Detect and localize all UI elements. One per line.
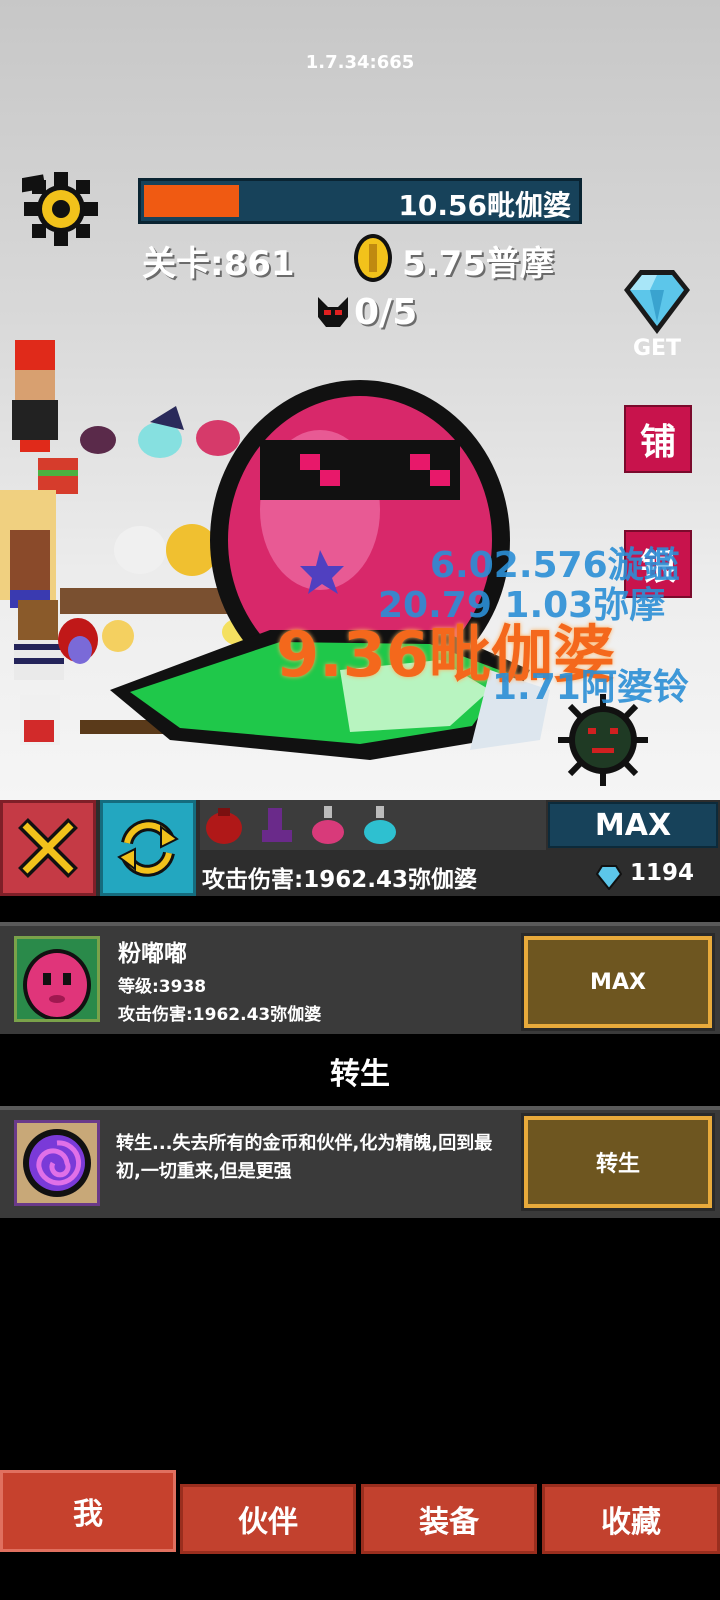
item-slots	[200, 800, 546, 850]
kill-counter: 0/5	[354, 292, 418, 333]
gem-count: 1194	[630, 860, 695, 886]
tab-me[interactable]: 我	[0, 1470, 176, 1552]
tab-collection[interactable]: 收藏	[542, 1484, 720, 1554]
pink-blob-icon	[23, 949, 91, 1019]
rebirth-description: 转生...失去所有的金币和伙伴,化为精魄,回到最初,一切重来,但是更强	[116, 1133, 493, 1182]
rebirth-card: 转生...失去所有的金币和伙伴,化为精魄,回到最初,一切重来,但是更强 转生	[0, 1106, 720, 1218]
hero-name: 粉嘟嘟	[118, 941, 187, 967]
gear-icon[interactable]	[22, 170, 102, 250]
hero-attack: 攻击伤害:1962.43弥伽婆	[118, 1005, 322, 1025]
coin-amount: 5.75普摩	[402, 244, 554, 284]
tab-partners[interactable]: 伙伴	[180, 1484, 356, 1554]
version-label: 1.7.34:665	[305, 52, 415, 73]
coin-icon	[354, 234, 392, 282]
skill-swap-button[interactable]	[100, 800, 196, 896]
bottom-nav: 我 伙伴 装备 收藏	[0, 1470, 720, 1600]
boss-hp-bar: 10.56毗伽婆	[138, 178, 582, 224]
diamond-icon	[596, 865, 622, 890]
get-gems-label[interactable]: GET	[620, 336, 694, 361]
rebirth-button[interactable]: 转生	[521, 1113, 715, 1211]
crossed-swords-icon	[18, 818, 78, 878]
skill-swords-button[interactable]	[0, 800, 96, 896]
hero-max-button[interactable]: MAX	[521, 933, 715, 1031]
cyan-flask-icon[interactable]	[356, 804, 404, 846]
swirl-orb-icon	[23, 1129, 91, 1197]
level-counter: 关卡:861	[142, 244, 295, 284]
max-upgrade-button[interactable]: MAX	[548, 802, 718, 848]
diamond-icon[interactable]	[620, 264, 694, 338]
rebirth-portrait	[14, 1120, 100, 1206]
hero-portrait	[14, 936, 100, 1022]
battle-toolbar: MAX 攻击伤害:1962.43弥伽婆 1194	[0, 800, 720, 896]
shop-button[interactable]: 铺	[624, 405, 692, 473]
damage-number: 1.71阿婆铃	[492, 667, 689, 708]
potion-bag-icon[interactable]	[200, 804, 248, 846]
swap-arrows-icon	[117, 819, 179, 877]
hero-card: 粉嘟嘟 等级:3938 攻击伤害:1962.43弥伽婆 MAX	[0, 922, 720, 1034]
section-title: 转生	[330, 1057, 390, 1092]
attack-damage-text: 攻击伤害:1962.43弥伽婆	[202, 867, 477, 893]
pink-flask-icon[interactable]	[304, 804, 352, 846]
devil-icon	[318, 297, 348, 327]
game-scene[interactable]: 1.7.34:665 10.56毗伽婆 关卡:861 5.75普摩 0/5 GE…	[0, 0, 720, 800]
boss-hp-fill	[144, 185, 239, 217]
hero-level: 等级:3938	[118, 977, 207, 997]
boot-icon[interactable]	[252, 804, 300, 846]
tab-equipment[interactable]: 装备	[361, 1484, 537, 1554]
boss-hp-text: 10.56毗伽婆	[398, 189, 571, 222]
